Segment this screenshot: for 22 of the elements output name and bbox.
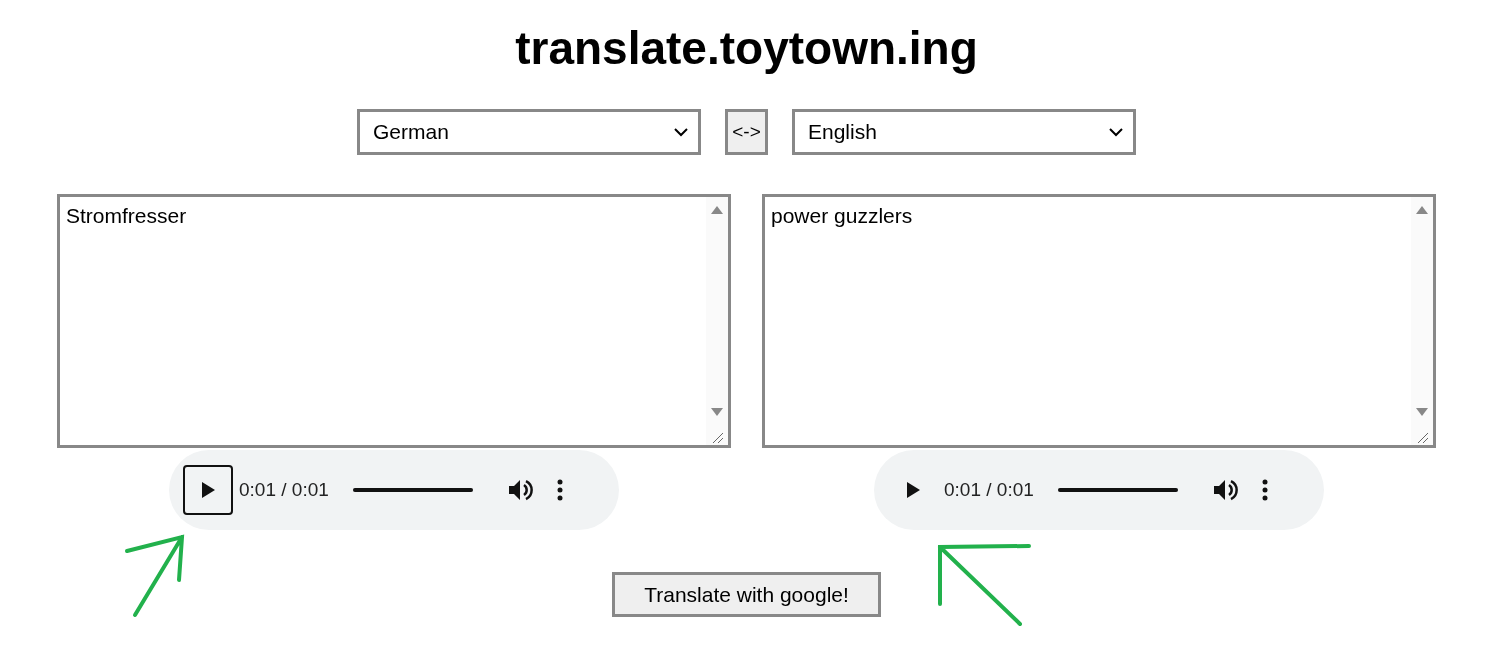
chevron-down-icon bbox=[1109, 127, 1123, 137]
swap-button[interactable]: <-> bbox=[725, 109, 768, 155]
time-display: 0:01 / 0:01 bbox=[944, 477, 1034, 502]
scroll-down-icon[interactable] bbox=[1415, 407, 1429, 417]
volume-icon[interactable] bbox=[1213, 479, 1238, 501]
scroll-up-icon[interactable] bbox=[1415, 205, 1429, 215]
time-display: 0:01 / 0:01 bbox=[239, 477, 329, 502]
scroll-up-icon[interactable] bbox=[710, 205, 724, 215]
play-button[interactable] bbox=[183, 465, 233, 515]
play-icon bbox=[906, 482, 920, 498]
scroll-down-icon[interactable] bbox=[710, 407, 724, 417]
chevron-down-icon bbox=[674, 127, 688, 137]
language-select[interactable]: German bbox=[357, 109, 701, 155]
more-options-icon[interactable] bbox=[556, 479, 563, 501]
more-options-icon[interactable] bbox=[1261, 479, 1268, 501]
translate-button[interactable]: Translate with google! bbox=[612, 572, 881, 617]
volume-icon[interactable] bbox=[508, 479, 533, 501]
text-area[interactable]: power guzzlers bbox=[762, 194, 1436, 448]
text-area[interactable]: Stromfresser bbox=[57, 194, 731, 448]
site-title: translate.toytown.ing bbox=[515, 21, 978, 76]
play-icon bbox=[201, 482, 215, 498]
language-select[interactable]: English bbox=[792, 109, 1136, 155]
